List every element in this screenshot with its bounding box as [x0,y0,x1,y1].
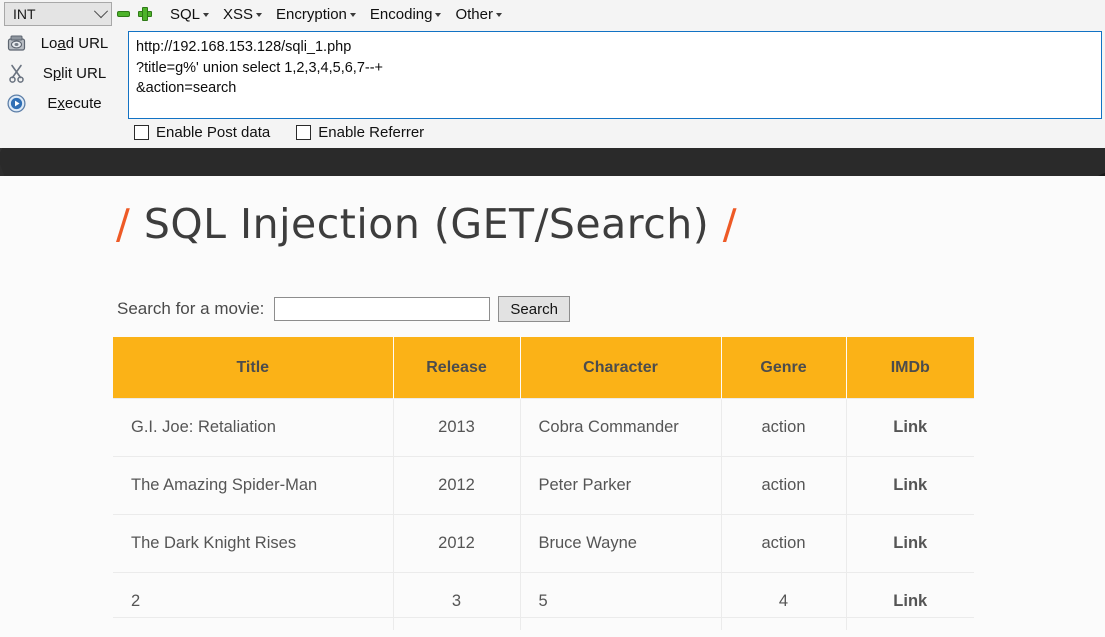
hackbar-toolbar: INT SQL XSS Encryption Encoding Other Lo… [0,0,1105,148]
execute-button[interactable]: Execute [0,88,126,118]
hackbar-menu-row: INT SQL XSS Encryption Encoding Other [0,0,1105,28]
plus-icon [138,7,152,21]
scissors-icon [3,64,29,83]
cell-character: 5 [520,572,722,630]
cell-genre: action [721,398,847,457]
enable-referrer-label: Enable Referrer [318,124,425,141]
search-label: Search for a movie: [117,299,265,318]
cell-imdb-link[interactable]: Link [846,514,974,573]
caret-down-icon [203,12,210,17]
menu-xss[interactable]: XSS [223,5,263,23]
enable-post-data-label: Enable Post data [156,124,271,141]
cell-title: The Amazing Spider-Man [113,456,394,515]
column-header-genre: Genre [720,337,847,399]
type-select-value: INT [13,6,36,22]
load-url-icon [3,35,29,52]
execute-label: Execute [47,94,102,112]
page-title: / SQL Injection (GET/Search) / [116,200,737,248]
table-row: The Dark Knight Rises 2012 Bruce Wayne a… [113,514,974,573]
menu-encoding[interactable]: Encoding [370,6,442,23]
add-tab-button[interactable] [134,2,156,26]
page-header-band [0,148,1105,177]
column-header-release: Release [392,337,521,399]
enable-referrer-checkbox[interactable]: Enable Referrer [296,124,424,141]
split-url-label: Split URL [42,64,107,82]
cell-genre: 4 [721,572,847,630]
url-input[interactable]: http://192.168.153.128/sqli_1.php ?title… [128,31,1102,119]
search-input[interactable] [274,297,491,321]
table-row: The Amazing Spider-Man 2012 Peter Parker… [113,456,974,515]
menu-other-label: Other [455,5,493,23]
table-row: 2 3 5 4 Link [113,572,974,630]
column-header-character: Character [519,337,722,399]
hackbar-actions: Load URL Split URL Execute [0,28,126,118]
caret-down-icon [349,12,356,17]
cell-imdb-link[interactable]: Link [846,398,974,457]
cell-character: Cobra Commander [520,398,722,457]
menu-encoding-label: Encoding [369,5,433,23]
caret-down-icon [435,12,442,17]
hackbar-options: Enable Post data Enable Referrer [134,124,450,141]
search-button[interactable]: Search [498,296,570,322]
movies-table: Title Release Character Genre IMDb G.I. … [113,337,974,630]
checkbox-box [134,125,149,140]
cell-title: 2 [113,572,394,630]
table-bottom-rule [113,617,974,618]
page-title-text: SQL Injection (GET/Search) [143,200,710,248]
enable-post-data-checkbox[interactable]: Enable Post data [134,124,270,141]
remove-tab-button[interactable] [112,2,134,26]
cell-release: 3 [393,572,521,630]
cell-genre: action [721,456,847,515]
load-url-label: Load URL [40,34,109,52]
caret-down-icon [256,12,263,17]
checkbox-box [296,125,312,140]
table-row: G.I. Joe: Retaliation 2013 Cobra Command… [113,398,974,457]
caret-down-icon [495,12,502,17]
cell-character: Peter Parker [520,456,722,515]
page-content: / SQL Injection (GET/Search) / Search fo… [0,176,1105,637]
movie-search-form: Search for a movie: Search [117,296,570,322]
column-header-imdb: IMDb [845,337,974,399]
menu-other[interactable]: Other [455,6,502,23]
menu-encryption-label: Encryption [276,5,347,23]
minus-icon [116,11,130,17]
menu-encryption[interactable]: Encryption [276,6,356,23]
type-select[interactable]: INT [4,2,112,26]
title-slash-left: / [116,200,131,248]
load-url-button[interactable]: Load URL [0,28,126,58]
cell-title: G.I. Joe: Retaliation [113,398,394,457]
cell-release: 2012 [393,456,521,515]
title-slash-right: / [722,200,738,248]
cell-release: 2013 [393,398,521,457]
cell-imdb-link[interactable]: Link [846,572,974,630]
chevron-down-icon [93,4,109,19]
menu-xss-label: XSS [223,5,254,23]
menu-sql[interactable]: SQL [170,5,210,23]
split-url-button[interactable]: Split URL [0,58,126,88]
cell-imdb-link[interactable]: Link [846,456,974,515]
table-header-row: Title Release Character Genre IMDb [113,337,974,399]
cell-character: Bruce Wayne [520,514,722,573]
cell-genre: action [721,514,847,573]
cell-release: 2012 [393,514,521,573]
column-header-title: Title [113,337,394,399]
cell-title: The Dark Knight Rises [113,514,394,573]
play-icon [3,93,29,113]
menu-sql-label: SQL [170,5,201,23]
